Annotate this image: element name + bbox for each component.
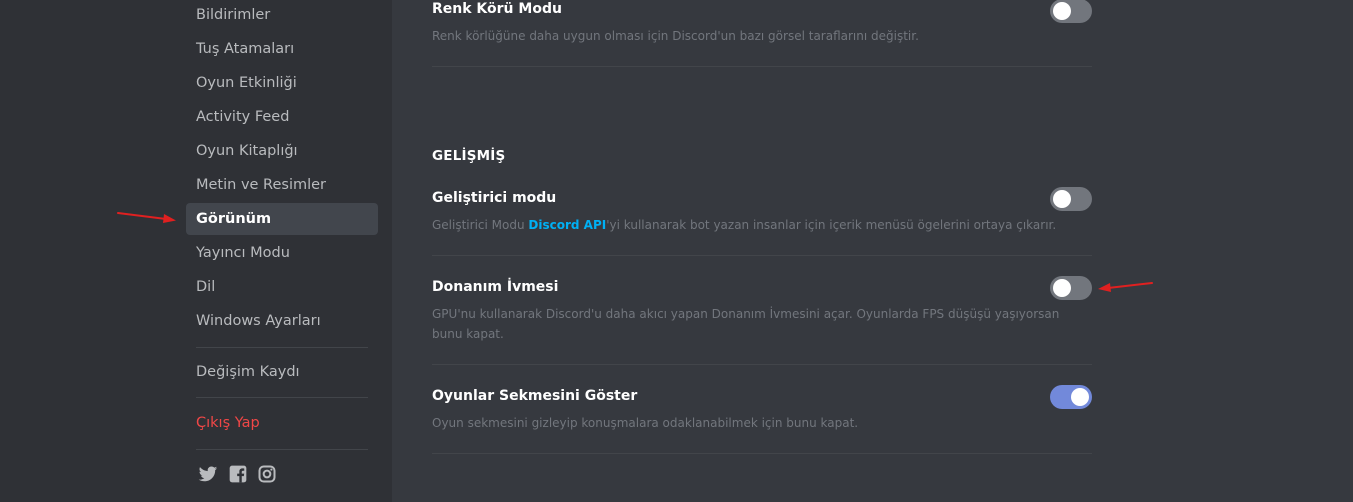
settings-main-panel: Renk Körü Modu Renk körlüğüne daha uygun… — [392, 0, 1353, 502]
developer-mode-desc-after: 'yi kullanarak bot yazan insanlar için i… — [606, 218, 1057, 232]
section-divider — [432, 66, 1092, 67]
games-tab-title: Oyunlar Sekmesini Göster — [432, 388, 638, 404]
discord-api-link[interactable]: Discord API — [528, 218, 606, 232]
settings-sidebar: Bildirimler Tuş Atamaları Oyun Etkinliği… — [0, 0, 392, 502]
sidebar-item-windows-settings[interactable]: Windows Ayarları — [186, 305, 378, 337]
logout-button[interactable]: Çıkış Yap — [186, 407, 378, 439]
toggle-knob — [1071, 388, 1089, 406]
sidebar-item-game-activity[interactable]: Oyun Etkinliği — [186, 67, 378, 99]
hardware-acceleration-toggle[interactable] — [1050, 276, 1092, 300]
sidebar-item-keybinds[interactable]: Tuş Atamaları — [186, 33, 378, 65]
section-divider — [432, 255, 1092, 256]
sidebar-item-notifications[interactable]: Bildirimler — [186, 0, 378, 31]
toggle-knob — [1053, 190, 1071, 208]
colorblind-mode-title: Renk Körü Modu — [432, 1, 562, 17]
sidebar-item-changelog[interactable]: Değişim Kaydı — [186, 356, 378, 388]
sidebar-item-game-library[interactable]: Oyun Kitaplığı — [186, 135, 378, 167]
section-divider — [432, 453, 1092, 454]
sidebar-item-activity-feed[interactable]: Activity Feed — [186, 101, 378, 133]
developer-mode-desc-before: Geliştirici Modu — [432, 218, 529, 232]
games-tab-toggle[interactable] — [1050, 385, 1092, 409]
section-divider — [432, 364, 1092, 365]
instagram-icon[interactable] — [257, 464, 277, 484]
twitter-icon[interactable] — [198, 464, 218, 484]
sidebar-item-text-images[interactable]: Metin ve Resimler — [186, 169, 378, 201]
toggle-knob — [1053, 2, 1071, 20]
developer-mode-description: Geliştirici Modu Discord API'yi kullanar… — [432, 215, 1087, 235]
sidebar-item-language[interactable]: Dil — [186, 271, 378, 303]
annotation-arrow-icon — [117, 212, 176, 223]
hardware-acceleration-description: GPU'nu kullanarak Discord'u daha akıcı y… — [432, 307, 1060, 341]
games-tab-description: Oyun sekmesini gizleyip konuşmalara odak… — [432, 416, 859, 430]
annotation-arrow-icon — [1098, 282, 1153, 292]
sidebar-item-appearance[interactable]: Görünüm — [186, 203, 378, 235]
developer-mode-toggle[interactable] — [1050, 187, 1092, 211]
colorblind-mode-description: Renk körlüğüne daha uygun olması için Di… — [432, 29, 919, 43]
facebook-icon[interactable] — [228, 464, 248, 484]
advanced-section-header: GELİŞMİŞ — [432, 148, 506, 164]
hardware-acceleration-title: Donanım İvmesi — [432, 279, 559, 295]
colorblind-mode-toggle[interactable] — [1050, 0, 1092, 23]
sidebar-divider — [196, 347, 368, 348]
developer-mode-title: Geliştirici modu — [432, 190, 557, 206]
sidebar-item-streamer-mode[interactable]: Yayıncı Modu — [186, 237, 378, 269]
toggle-knob — [1053, 279, 1071, 297]
sidebar-divider — [196, 397, 368, 398]
sidebar-divider — [196, 449, 368, 450]
